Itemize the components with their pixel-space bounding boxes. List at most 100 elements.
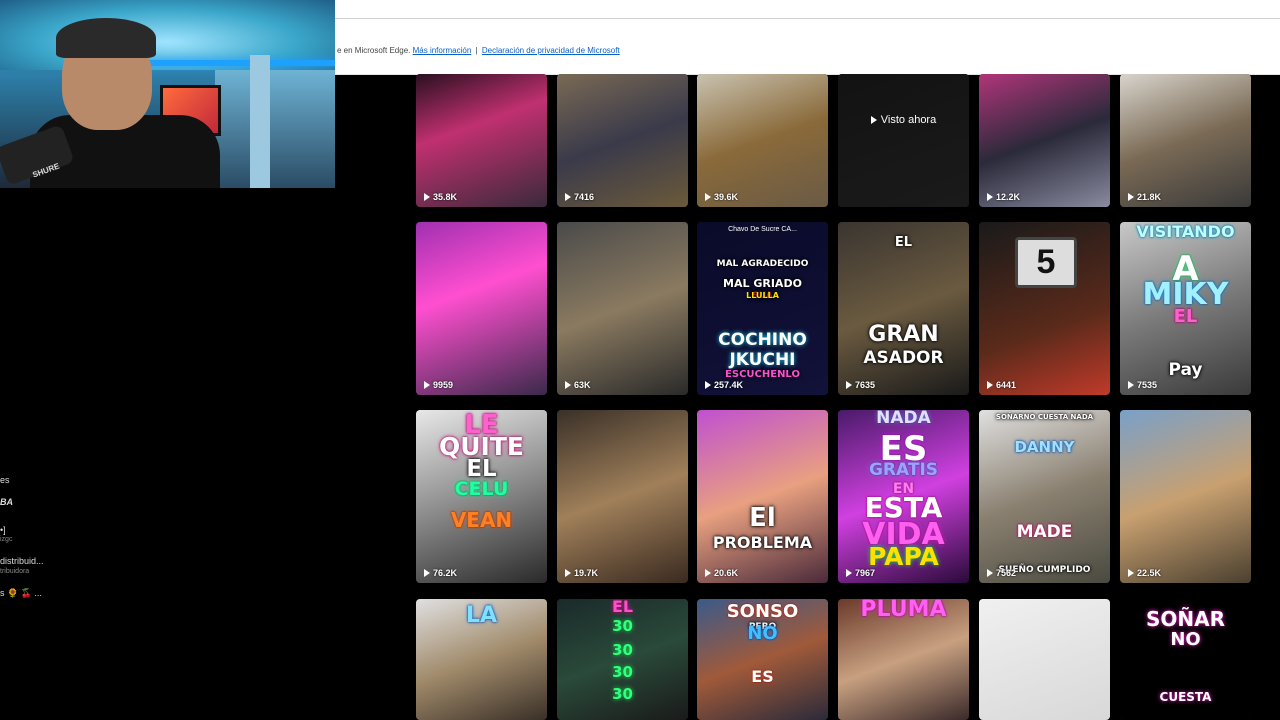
view-count: 19.7K [565, 568, 598, 578]
view-count-text: 20.6K [714, 568, 739, 578]
video-thumbnail [557, 74, 688, 207]
video-overlay-text: Pay [1168, 360, 1203, 380]
play-icon [565, 193, 571, 201]
view-count: 7416 [565, 192, 594, 202]
view-count-text: 7535 [1137, 380, 1158, 390]
webcam-led-strip [130, 60, 335, 66]
left-list-item[interactable]: BA [0, 497, 13, 507]
video-tile[interactable]: SONSO PERO NO ES [697, 599, 828, 720]
more-info-link[interactable]: Más información [413, 46, 472, 55]
video-overlay-text: VISITANDO [1136, 222, 1235, 241]
notice-text: e en Microsoft Edge. Más información | D… [337, 46, 620, 55]
play-icon [987, 193, 993, 201]
video-thumbnail [557, 222, 688, 395]
play-icon [1128, 193, 1134, 201]
video-overlay-text: NO [747, 623, 778, 644]
play-icon [424, 569, 430, 577]
video-tile[interactable]: 39.6K [697, 74, 828, 207]
video-thumbnail [416, 74, 547, 207]
view-count-text: 35.8K [433, 192, 458, 202]
video-tile[interactable]: 22.5K [1120, 410, 1251, 583]
video-tile[interactable]: SOÑAR NO CUESTA [1120, 599, 1251, 720]
play-icon [705, 381, 711, 389]
video-overlay-text: PROBLEMA [712, 533, 813, 552]
view-count: 63K [565, 380, 591, 390]
video-tile[interactable]: 35.8K [416, 74, 547, 207]
view-count: 39.6K [705, 192, 738, 202]
video-tile[interactable]: Visto ahora [838, 74, 969, 207]
play-icon [705, 569, 711, 577]
video-overlay-text: EL [611, 599, 634, 616]
video-overlay-text: 30 [612, 617, 633, 635]
view-count-text: 7635 [855, 380, 876, 390]
play-icon [987, 569, 993, 577]
webcam-person-cap [56, 18, 156, 58]
play-icon [565, 569, 571, 577]
watched-now-text: Visto ahora [880, 114, 937, 126]
video-overlay-text: CUESTA [1159, 690, 1212, 704]
play-icon [1128, 569, 1134, 577]
view-count: 7967 [846, 568, 875, 578]
view-count-text: 9959 [433, 380, 454, 390]
notice-separator: | [475, 46, 478, 55]
view-count-text: 21.8K [1137, 192, 1162, 202]
left-list-item[interactable]: •] [0, 525, 6, 535]
view-count: 257.4K [705, 380, 743, 390]
video-tile[interactable]: NADA ES GRATIS EN ESTA VIDA PAPA 7967 [838, 410, 969, 583]
video-overlay-text: PLUMA [860, 599, 947, 622]
privacy-statement-link[interactable]: Declaración de privacidad de Microsoft [482, 46, 620, 55]
video-tile[interactable]: 7416 [557, 74, 688, 207]
video-overlay-text: GRATIS [868, 460, 939, 480]
video-thumbnail [979, 599, 1110, 720]
video-tile[interactable]: 5 6441 [979, 222, 1110, 395]
video-overlay-text: JKUCHI [729, 350, 796, 370]
video-tile[interactable]: LE QUITE EL CELU VEAN 76.2K [416, 410, 547, 583]
video-tile[interactable]: 12.2K [979, 74, 1110, 207]
view-count-text: 12.2K [996, 192, 1021, 202]
video-tile[interactable]: VISITANDO A MIKY EL Pay 7535 [1120, 222, 1251, 395]
left-list-item[interactable]: s 🌻 🍒 ... [0, 588, 42, 599]
video-tile[interactable]: PLUMA [838, 599, 969, 720]
video-tile[interactable]: Chavo De Sucre CA... MAL AGRADECIDO MAL GR… [697, 222, 828, 395]
view-count-text: 76.2K [433, 568, 458, 578]
view-count: 35.8K [424, 192, 457, 202]
video-thumbnail [557, 410, 688, 583]
view-count: 20.6K [705, 568, 738, 578]
left-list-item[interactable]: es [0, 475, 10, 485]
video-tile[interactable]: EL GRAN ASADOR 7635 [838, 222, 969, 395]
video-thumbnail [979, 410, 1110, 583]
video-grid: 35.8K 7416 39.6K Visto ahora 12.2K 21.8K 9959 6… [416, 74, 1251, 720]
play-icon [846, 381, 852, 389]
play-icon [705, 193, 711, 201]
left-list-item[interactable]: distribuid... [0, 556, 44, 566]
view-count-text: 39.6K [714, 192, 739, 202]
video-tile[interactable]: 21.8K [1120, 74, 1251, 207]
video-overlay-text: EL [1173, 306, 1198, 327]
left-list-item[interactable]: izgc [0, 536, 12, 543]
video-tile[interactable] [979, 599, 1110, 720]
watched-dim-overlay [838, 74, 969, 207]
video-tile[interactable]: LA [416, 599, 547, 720]
video-overlay-text: LA [465, 603, 498, 628]
video-overlay-text: SOÑAR [1145, 607, 1226, 631]
video-overlay-text: 30 [612, 663, 633, 681]
view-count-text: 19.7K [574, 568, 599, 578]
video-tile[interactable]: 19.7K [557, 410, 688, 583]
video-tile[interactable]: 63K [557, 222, 688, 395]
view-count-text: 22.5K [1137, 568, 1162, 578]
left-list-item[interactable]: tribuidora [0, 568, 29, 575]
video-tile[interactable]: El PROBLEMA 20.6K [697, 410, 828, 583]
view-count-text: 6441 [996, 380, 1017, 390]
video-overlay-text: 30 [612, 685, 633, 703]
notice-prefix: e en Microsoft Edge. [337, 46, 411, 55]
video-thumbnail [697, 74, 828, 207]
play-icon [1128, 381, 1134, 389]
video-overlay-text: El [749, 503, 776, 533]
play-icon [424, 381, 430, 389]
view-count: 21.8K [1128, 192, 1161, 202]
video-tile[interactable]: EL 30 30 30 30 [557, 599, 688, 720]
video-tile[interactable]: 9959 [416, 222, 547, 395]
video-tile[interactable]: SOÑARNO CUESTA NADA DANNY MADE SUEÑO CUMPLI… [979, 410, 1110, 583]
view-count: 12.2K [987, 192, 1020, 202]
view-count: 76.2K [424, 568, 457, 578]
